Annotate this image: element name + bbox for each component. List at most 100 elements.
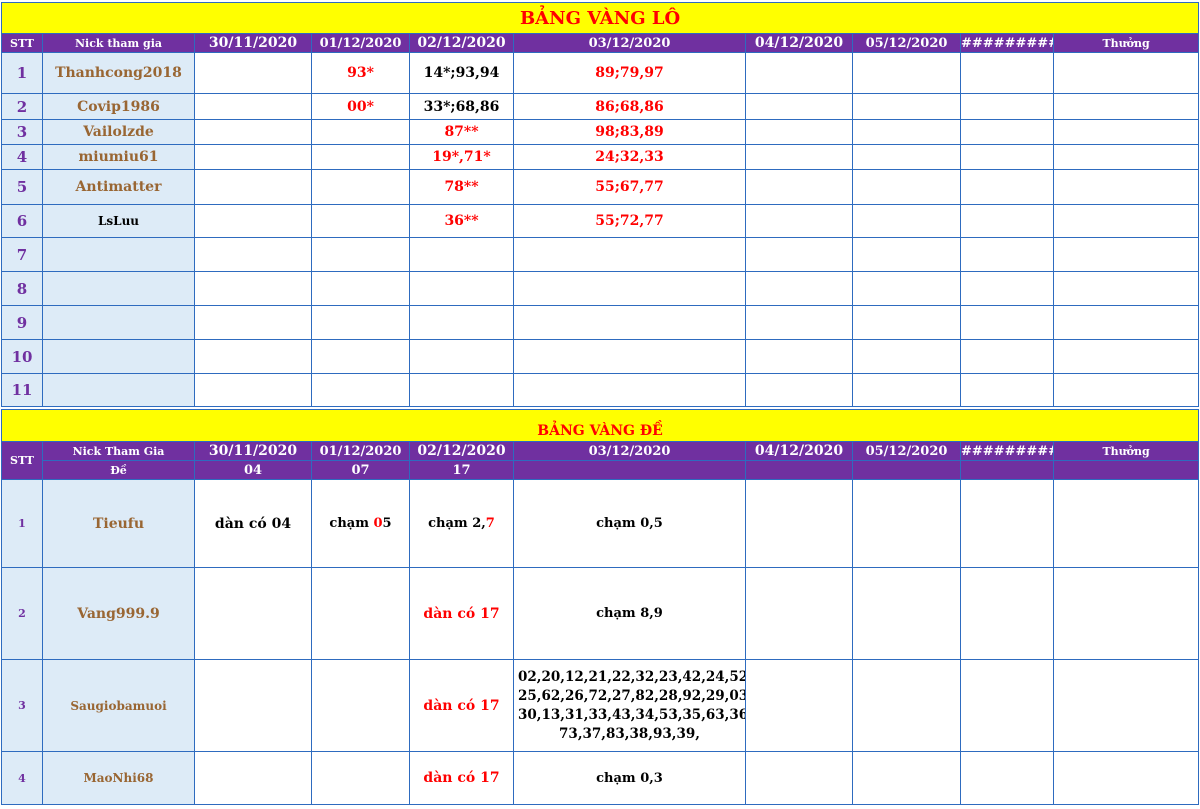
row-cell: 89;79,97 [513, 52, 746, 94]
row-cell: 86;68,86 [513, 93, 746, 120]
row-cell: chạm 0,5 [513, 479, 746, 568]
lo-table: BẢNG VÀNG LÔ STT Nick tham gia 30/11/202… [0, 2, 1200, 407]
row-stt: 2 [1, 567, 43, 660]
row-stt: 3 [1, 119, 43, 145]
row-cell [194, 119, 312, 145]
row-cell [1052, 119, 1200, 145]
de-header-nick: Nick Tham Gia [42, 441, 195, 461]
row-cell [852, 52, 961, 94]
lo-header-date-5: 04/12/2020 [745, 33, 853, 53]
row-stt: 4 [1, 751, 43, 805]
row-cell [311, 169, 410, 205]
row-nick: LsLuu [42, 204, 195, 238]
row-stt: 5 [1, 169, 43, 205]
row-cell [745, 119, 853, 145]
row-cell: 33*;68,86 [409, 93, 514, 120]
row-stt: 11 [1, 373, 43, 407]
table-row: 7 [1, 237, 1200, 272]
row-cell: 55;67,77 [513, 169, 746, 205]
row-cell: 36** [409, 204, 514, 238]
de-header-date-7: ######### [960, 441, 1054, 461]
table-row: 3 Vailolzde 87** 98;83,89 [1, 119, 1200, 145]
de-header-date-2: 01/12/2020 [311, 441, 410, 461]
row-cell: chạm 2,7 [409, 479, 514, 568]
lo-header-date-6: 05/12/2020 [852, 33, 961, 53]
row-stt: 10 [1, 339, 43, 374]
row-cell: 14*;93,94 [409, 52, 514, 94]
cell-text: 5 [382, 516, 392, 531]
row-nick: Vailolzde [42, 119, 195, 145]
lo-title: BẢNG VÀNG LÔ [0, 2, 1200, 34]
lo-header-date-1: 30/11/2020 [194, 33, 312, 53]
row-nick: Thanhcong2018 [42, 52, 195, 94]
row-stt: 8 [1, 271, 43, 306]
row-stt: 1 [1, 479, 43, 568]
row-cell [745, 169, 853, 205]
row-nick: MaoNhi68 [42, 751, 195, 805]
row-cell: 24;32,33 [513, 144, 746, 170]
row-cell: 19*,71* [409, 144, 514, 170]
row-cell [852, 119, 961, 145]
row-cell [1052, 204, 1200, 238]
row-nick: Covip1986 [42, 93, 195, 120]
table-row: 3 Saugiobamuoi dàn có 17 02,20,12,21,22,… [1, 659, 1200, 752]
row-cell: 93* [311, 52, 410, 94]
row-cell [194, 144, 312, 170]
row-stt: 6 [1, 204, 43, 238]
row-nick [42, 271, 195, 306]
de-header-date-3: 02/12/2020 [409, 441, 514, 461]
de-result-2: 07 [311, 460, 410, 480]
row-cell [852, 204, 961, 238]
row-cell: 02,20,12,21,22,32,23,42,24,52, 25,62,26,… [513, 659, 746, 752]
lo-header-date-4: 03/12/2020 [513, 33, 746, 53]
row-nick: Vang999.9 [42, 567, 195, 660]
row-cell [745, 52, 853, 94]
row-cell [852, 169, 961, 205]
row-cell [194, 169, 312, 205]
row-nick: miumiu61 [42, 144, 195, 170]
row-cell: dàn có 17 [409, 659, 514, 752]
row-cell [852, 144, 961, 170]
row-nick: Saugiobamuoi [42, 659, 195, 752]
de-header-date-6: 05/12/2020 [852, 441, 961, 461]
table-row: 4 MaoNhi68 dàn có 17 chạm 0,3 [1, 751, 1200, 805]
row-cell [745, 204, 853, 238]
row-cell [1052, 52, 1200, 94]
row-cell: 55;72,77 [513, 204, 746, 238]
row-cell [745, 144, 853, 170]
row-cell: chạm 0,3 [513, 751, 746, 805]
row-cell [745, 93, 853, 120]
row-cell [960, 169, 1054, 205]
table-row: 5 Antimatter 78** 55;67,77 [1, 169, 1200, 205]
row-cell [311, 119, 410, 145]
lo-header-stt: STT [1, 33, 43, 53]
row-stt: 7 [1, 237, 43, 272]
table-row: 1 Thanhcong2018 93* 14*;93,94 89;79,97 [1, 52, 1200, 94]
de-header-reward: Thưởng [1052, 441, 1200, 461]
row-nick: Antimatter [42, 169, 195, 205]
table-row: 4 miumiu61 19*,71* 24;32,33 [1, 144, 1200, 170]
row-stt: 1 [1, 52, 43, 94]
table-row: 11 [1, 373, 1200, 407]
row-nick [42, 339, 195, 374]
row-cell [960, 144, 1054, 170]
de-header-date-5: 04/12/2020 [745, 441, 853, 461]
row-cell [311, 144, 410, 170]
row-cell: 87** [409, 119, 514, 145]
row-cell [194, 93, 312, 120]
de-table: BẢNG VÀNG ĐỀ STT Nick Tham Gia 30/11/202… [0, 409, 1200, 805]
row-nick [42, 305, 195, 340]
row-cell: dàn có 17 [409, 751, 514, 805]
lo-header-date-3: 02/12/2020 [409, 33, 514, 53]
de-header-de: Đề [42, 460, 195, 480]
row-stt: 2 [1, 93, 43, 120]
de-result-1: 04 [194, 460, 312, 480]
cell-text: chạm 2, [428, 516, 486, 531]
row-cell: 78** [409, 169, 514, 205]
de-result-3: 17 [409, 460, 514, 480]
table-row: 9 [1, 305, 1200, 340]
row-cell: chạm 05 [311, 479, 410, 568]
table-row: 2 Covip1986 00* 33*;68,86 86;68,86 [1, 93, 1200, 120]
row-cell: chạm 8,9 [513, 567, 746, 660]
cell-hit: 7 [485, 516, 495, 531]
